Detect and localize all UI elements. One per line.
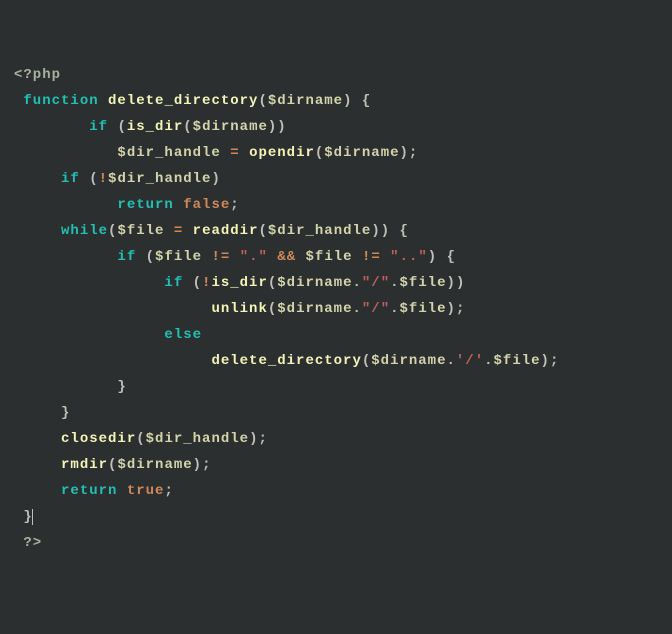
kw-else: else [164,327,202,343]
code-block: <?php function delete_directory($dirname… [14,62,658,556]
var-dirname: $dirname [268,93,343,109]
var-dir-handle: $dir_handle [117,145,220,161]
fn-opendir: opendir [249,145,315,161]
fn-closedir: closedir [61,431,136,447]
bool-false: false [183,197,230,213]
op-and: && [277,249,296,265]
rbrace: } [117,379,126,395]
kw-if: if [89,119,108,135]
text-cursor [32,509,33,525]
str-dot: "." [240,249,268,265]
str-slash: "/" [362,275,390,291]
fn-is-dir: is_dir [127,119,183,135]
kw-return: return [117,197,173,213]
lparen: ( [258,93,267,109]
bool-true: true [127,483,165,499]
semi: ; [409,145,418,161]
str-dotdot: ".." [390,249,428,265]
lbrace: { [362,93,371,109]
fn-unlink: unlink [211,301,267,317]
fn-rmdir: rmdir [61,457,108,473]
str-slash-sq: '/' [456,353,484,369]
php-open-tag: <?php [14,67,61,83]
fn-readdir: readdir [193,223,259,239]
var-file: $file [117,223,164,239]
kw-function: function [23,93,98,109]
kw-while: while [61,223,108,239]
op-neq: != [211,249,230,265]
op-assign: = [230,145,239,161]
fn-delete-directory: delete_directory [108,93,258,109]
op-not: ! [99,171,108,187]
rparen: ) [343,93,352,109]
php-close-tag: ?> [23,535,42,551]
concat: . [353,275,362,291]
